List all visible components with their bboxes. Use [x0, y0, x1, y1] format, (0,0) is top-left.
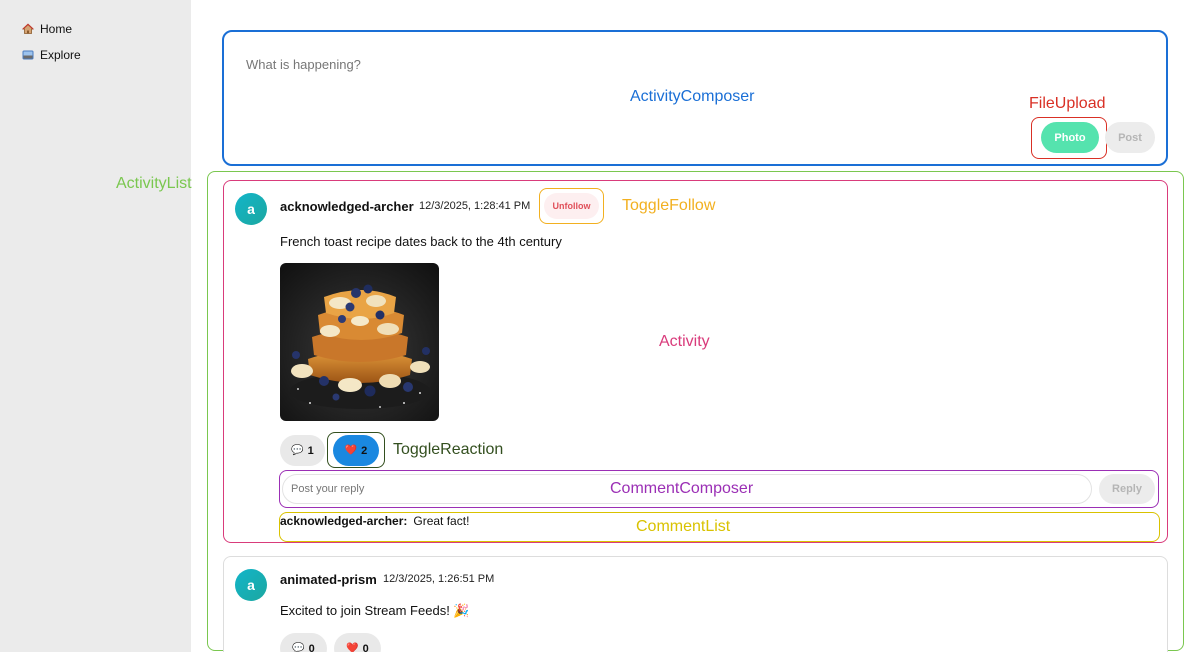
toggle-reaction-label: ToggleReaction	[393, 441, 504, 458]
comment-count-button[interactable]: 💬 1	[280, 435, 325, 466]
activity-text: Excited to join Stream Feeds! 🎉	[280, 603, 470, 618]
sidebar-item-home[interactable]: Home	[0, 16, 191, 42]
comment-text: Great fact!	[413, 514, 470, 528]
activity-timestamp: 12/3/2025, 1:28:41 PM	[419, 200, 531, 212]
comment-icon: 💬	[291, 445, 304, 456]
comment-icon: 💬	[292, 643, 305, 652]
activity-text: French toast recipe dates back to the 4t…	[280, 234, 562, 249]
explore-icon	[22, 49, 34, 61]
activity-username[interactable]: animated-prism	[280, 572, 377, 587]
comment-list-label: CommentList	[636, 518, 731, 535]
activity-list-label: ActivityList	[116, 175, 192, 192]
photo-upload-button[interactable]: Photo	[1041, 122, 1099, 153]
comment-count: 1	[307, 444, 314, 457]
avatar[interactable]: a	[235, 193, 267, 225]
comment-count-button[interactable]: 💬 0	[280, 633, 327, 652]
reaction-count: 0	[362, 642, 369, 652]
toggle-reaction-button[interactable]: ❤️ 0	[334, 633, 381, 652]
heart-icon: ❤️	[344, 445, 358, 456]
activity-username[interactable]: acknowledged-archer	[280, 199, 414, 214]
home-icon	[22, 23, 34, 35]
sidebar-item-explore[interactable]: Explore	[0, 42, 191, 68]
file-upload-label: FileUpload	[1029, 95, 1106, 112]
reply-button[interactable]: Reply	[1099, 474, 1155, 504]
sidebar-item-label: Explore	[40, 48, 81, 62]
sidebar: Home Explore	[0, 0, 191, 652]
comment-count: 0	[308, 642, 315, 652]
comment-author[interactable]: acknowledged-archer:	[280, 514, 407, 528]
activity-timestamp: 12/3/2025, 1:26:51 PM	[383, 573, 495, 585]
toggle-follow-label: ToggleFollow	[622, 197, 716, 214]
avatar[interactable]: a	[235, 569, 267, 601]
post-button[interactable]: Post	[1105, 122, 1155, 153]
comment-item: acknowledged-archer: Great fact!	[280, 514, 469, 528]
activity-composer-input[interactable]	[246, 54, 846, 74]
activity-label: Activity	[659, 333, 710, 350]
heart-icon: ❤️	[346, 643, 359, 652]
reaction-count: 2	[361, 444, 368, 457]
activity-image[interactable]	[280, 263, 439, 421]
comment-composer-label: CommentComposer	[610, 480, 754, 497]
unfollow-button[interactable]: Unfollow	[544, 193, 599, 219]
activity-composer-label: ActivityComposer	[630, 88, 755, 105]
sidebar-item-label: Home	[40, 22, 73, 36]
toggle-reaction-button[interactable]: ❤️ 2	[333, 435, 379, 466]
